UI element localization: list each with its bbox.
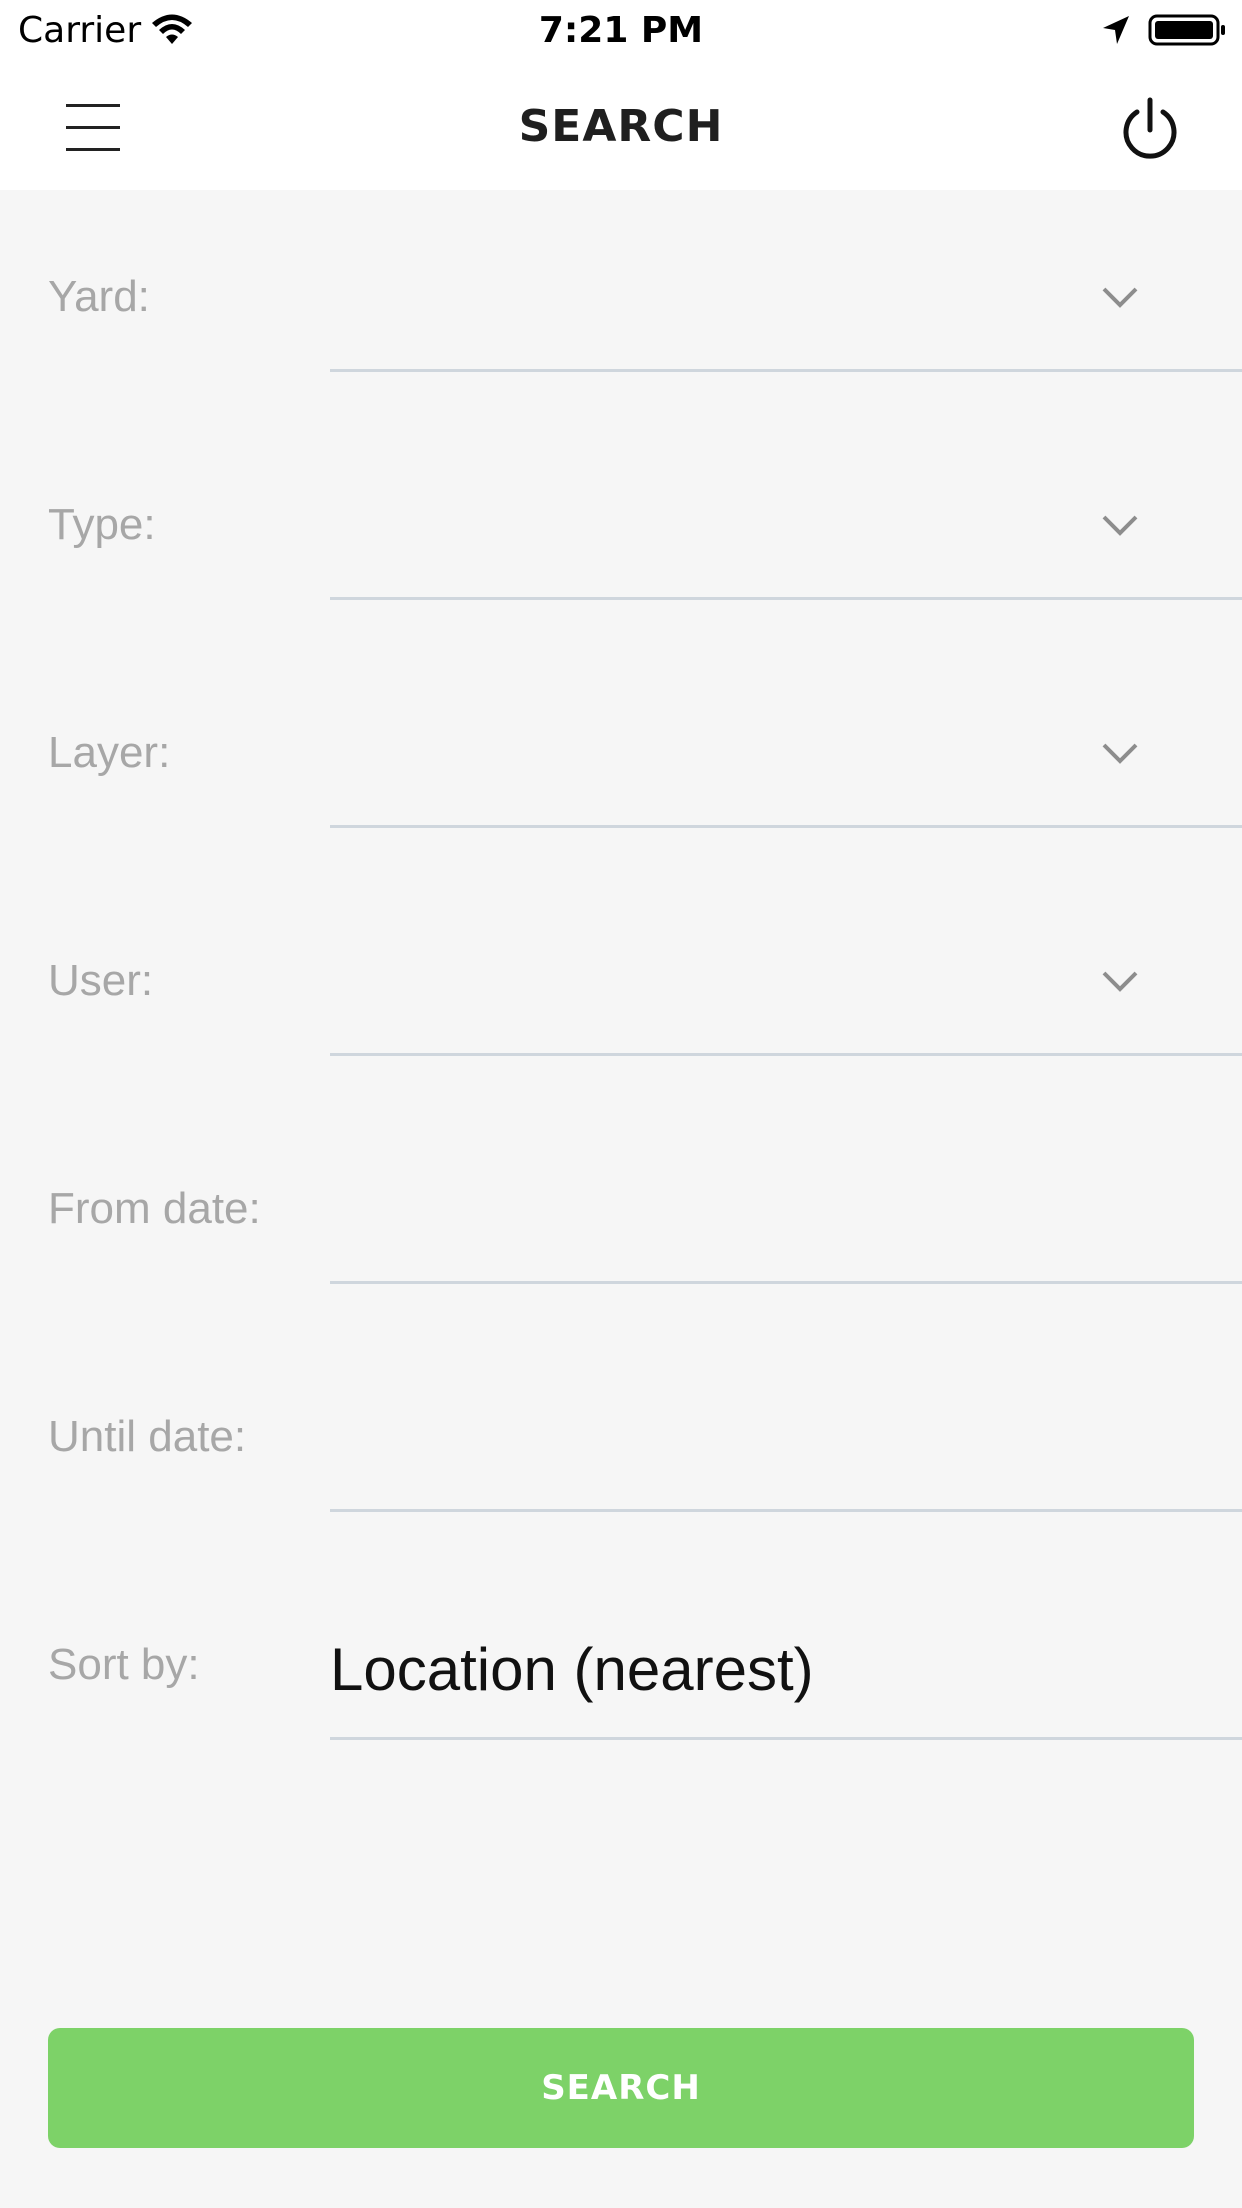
location-arrow-icon (1103, 16, 1129, 44)
yard-row: Yard: (0, 190, 1242, 418)
from-date-field[interactable] (330, 1142, 1242, 1284)
sort-by-label: Sort by: (48, 1640, 200, 1689)
sort-by-row: Sort by: Location (nearest) (0, 1558, 1242, 1786)
status-time: 7:21 PM (538, 10, 704, 51)
chevron-down-icon (1102, 971, 1138, 992)
search-button[interactable]: SEARCH (48, 2028, 1194, 2148)
until-date-field[interactable] (330, 1370, 1242, 1512)
sort-by-field[interactable]: Location (nearest) (330, 1598, 1242, 1740)
from-date-row: From date: (0, 1102, 1242, 1330)
yard-dropdown[interactable] (330, 230, 1242, 372)
power-icon[interactable] (1110, 90, 1190, 166)
battery-icon (1148, 14, 1225, 46)
chevron-down-icon (1102, 287, 1138, 308)
nav-bar: SEARCH (0, 64, 1242, 190)
type-dropdown[interactable] (330, 458, 1242, 600)
sort-by-value: Location (nearest) (330, 1636, 814, 1703)
type-row: Type: (0, 418, 1242, 646)
status-bar: Carrier 7:21 PM (0, 0, 1242, 64)
page-title: SEARCH (518, 101, 724, 152)
type-label: Type: (48, 500, 156, 549)
yard-label: Yard: (48, 272, 150, 321)
until-date-row: Until date: (0, 1330, 1242, 1558)
chevron-down-icon (1102, 743, 1138, 764)
user-row: User: (0, 874, 1242, 1102)
layer-dropdown[interactable] (330, 686, 1242, 828)
user-label: User: (48, 956, 154, 1005)
from-date-label: From date: (48, 1184, 261, 1233)
until-date-label: Until date: (48, 1412, 247, 1461)
chevron-down-icon (1102, 515, 1138, 536)
layer-row: Layer: (0, 646, 1242, 874)
user-dropdown[interactable] (330, 914, 1242, 1056)
layer-label: Layer: (48, 728, 171, 777)
